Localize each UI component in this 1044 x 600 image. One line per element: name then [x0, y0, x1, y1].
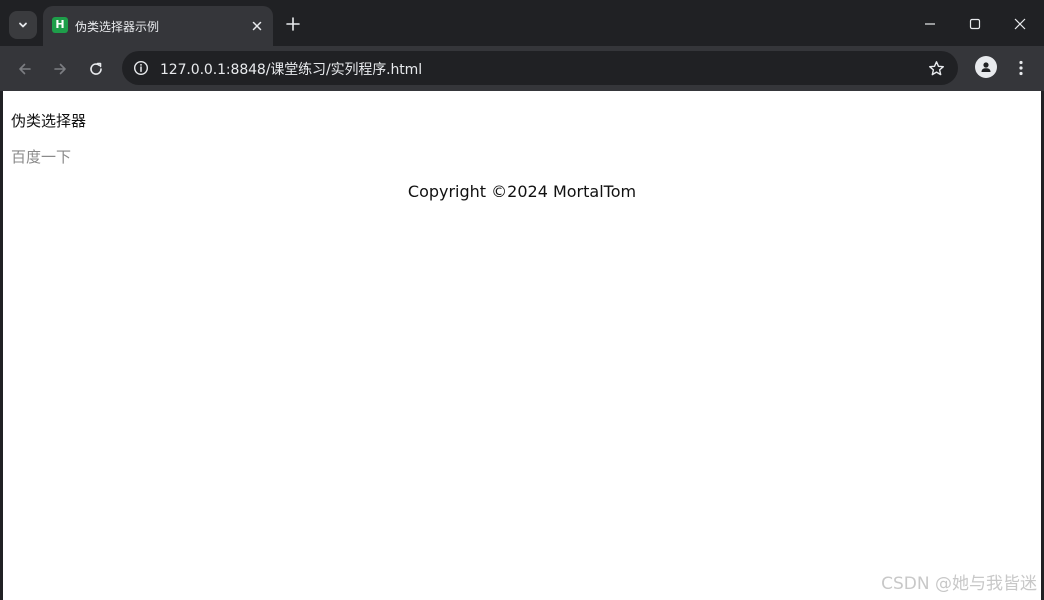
page-content: 伪类选择器 百度一下 Copyright ©2024 MortalTom CSD…	[3, 91, 1041, 600]
tab-title: 伪类选择器示例	[75, 20, 160, 34]
arrow-right-icon	[52, 61, 68, 77]
bookmark-button[interactable]	[925, 57, 947, 79]
close-icon	[252, 21, 262, 31]
profile-button[interactable]	[975, 56, 997, 78]
kebab-menu-icon	[1019, 60, 1023, 76]
info-icon	[133, 60, 149, 76]
site-info-button[interactable]	[130, 57, 152, 79]
minimize-icon	[924, 18, 936, 30]
page-heading: 伪类选择器	[11, 112, 87, 130]
csdn-watermark: CSDN @她与我皆迷	[881, 574, 1037, 594]
close-icon	[1014, 18, 1026, 30]
minimize-button[interactable]	[920, 14, 940, 34]
close-window-button[interactable]	[1010, 14, 1030, 34]
tab-close-button[interactable]	[247, 16, 267, 36]
back-button[interactable]	[13, 57, 37, 81]
favicon-icon: H	[52, 17, 68, 33]
arrow-left-icon	[17, 61, 33, 77]
address-bar[interactable]: 127.0.0.1:8848/课堂练习/实列程序.html	[122, 51, 958, 85]
browser-menu-button[interactable]	[1010, 57, 1032, 79]
baidu-link[interactable]: 百度一下	[11, 146, 71, 167]
new-tab-button[interactable]	[283, 14, 303, 34]
tab-strip: H 伪类选择器示例	[0, 0, 1044, 46]
copyright-footer: Copyright ©2024 MortalTom	[407, 182, 637, 201]
forward-button[interactable]	[48, 57, 72, 81]
plus-icon	[286, 17, 300, 31]
person-icon	[979, 60, 993, 74]
maximize-icon	[969, 18, 981, 30]
reload-button[interactable]	[84, 57, 108, 81]
browser-window: H 伪类选择器示例 127.0.0.1:8848/课堂练习/实列程序.html …	[0, 0, 1044, 600]
maximize-button[interactable]	[965, 14, 985, 34]
browser-toolbar: 127.0.0.1:8848/课堂练习/实列程序.html	[0, 46, 1044, 91]
tab-active[interactable]: H 伪类选择器示例	[43, 6, 273, 46]
reload-icon	[88, 61, 104, 77]
chevron-down-icon	[17, 19, 29, 31]
tab-search-button[interactable]	[9, 11, 37, 39]
star-icon	[928, 60, 945, 77]
url-text[interactable]: 127.0.0.1:8848/课堂练习/实列程序.html	[160, 59, 422, 79]
